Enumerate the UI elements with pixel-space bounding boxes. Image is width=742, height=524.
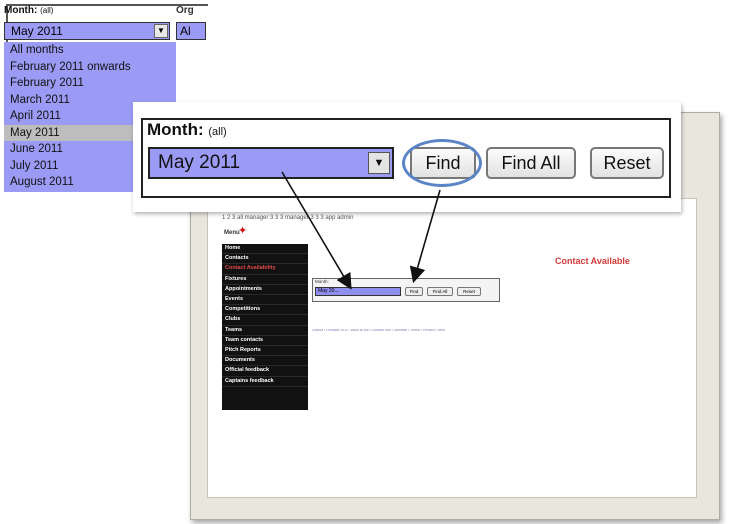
sidebar-item-official-feedback[interactable]: Official feedback xyxy=(222,366,308,377)
sidebar-item-events[interactable]: Events xyxy=(222,295,308,306)
sidebar-item-fixtures[interactable]: Fixtures xyxy=(222,275,308,285)
breadcrumb: 1 2 3 all manager 3 3 3 manager 3 3 3 ap… xyxy=(222,215,354,221)
filter-find-all-button[interactable]: Find All xyxy=(427,287,453,296)
sidebar-item-captains-feedback[interactable]: Captains feedback xyxy=(222,377,308,387)
sidebar-item-team-contacts[interactable]: Team contacts xyxy=(222,336,308,347)
filter-reset-button[interactable]: Reset xyxy=(457,287,481,296)
filter-find-button[interactable]: Find xyxy=(405,287,423,296)
month-option[interactable]: All months xyxy=(4,42,176,59)
chevron-down-icon[interactable]: ▼ xyxy=(154,24,168,38)
highlight-circle xyxy=(402,139,482,187)
org-select[interactable]: Al xyxy=(176,22,206,40)
sidebar-item-contacts[interactable]: Contacts xyxy=(222,254,308,265)
sidebar-item-clubs[interactable]: Clubs xyxy=(222,315,308,326)
org-label: Org xyxy=(176,5,194,16)
pin-icon: ✦ xyxy=(238,225,248,237)
filter-form: Month: May 20... Find Find All Reset xyxy=(312,278,500,302)
month-label: Month: (all) xyxy=(4,5,54,16)
reset-button[interactable]: Reset xyxy=(590,147,664,179)
month-option[interactable]: February 2011 xyxy=(4,75,176,92)
sidebar-item-teams[interactable]: Teams xyxy=(222,326,308,336)
filter-month-label: Month: xyxy=(315,279,329,284)
sidebar-item-documents[interactable]: Documents xyxy=(222,356,308,367)
month-option[interactable]: February 2011 onwards xyxy=(4,59,176,76)
sidebar-menu: Home Contacts Contact Availability Fixtu… xyxy=(222,244,308,410)
zoom-month-select[interactable]: May 2011 ▼ xyxy=(148,147,394,179)
chevron-down-icon[interactable]: ▼ xyxy=(368,152,390,174)
sidebar-item-pitch-reports[interactable]: Pitch Reports xyxy=(222,346,308,357)
page-title: Contact Available xyxy=(555,256,630,266)
sidebar-item-home[interactable]: Home xyxy=(222,244,308,255)
page-footer-links[interactable]: Logout | Forward 2011 | Back to top | Co… xyxy=(312,329,602,331)
zoom-month-label: Month: (all) xyxy=(147,120,227,139)
month-select[interactable]: May 2011 ▼ xyxy=(4,22,170,40)
sidebar-item-competitions[interactable]: Competitions xyxy=(222,305,308,316)
sidebar-item-contact-availability[interactable]: Contact Availability xyxy=(222,264,308,275)
sidebar-item-appointments[interactable]: Appointments xyxy=(222,285,308,296)
find-all-button[interactable]: Find All xyxy=(486,147,576,179)
filter-month-select[interactable]: May 20... xyxy=(315,287,401,296)
